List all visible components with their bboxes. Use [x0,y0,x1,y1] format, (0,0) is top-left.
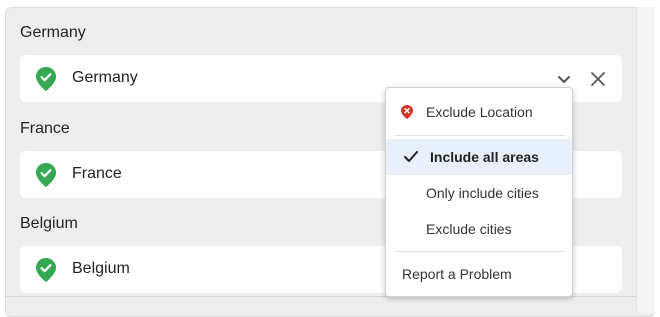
menu-item-label: Report a Problem [402,266,512,282]
scrollbar-track[interactable] [636,7,655,313]
menu-item-report-problem[interactable]: Report a Problem [386,256,572,292]
close-icon[interactable] [589,70,607,88]
location-pin-x-icon [401,105,413,119]
menu-item-include-all-areas[interactable]: Include all areas [386,139,572,175]
location-options-menu: Exclude Location Include all areas Only … [385,87,573,297]
menu-item-label: Only include cities [426,185,539,201]
location-name: Belgium [72,260,130,277]
chevron-down-icon[interactable] [555,70,573,88]
location-pin-check-icon [36,258,56,282]
location-name: Germany [72,69,138,86]
menu-item-label: Exclude cities [426,221,512,237]
menu-item-exclude-location[interactable]: Exclude Location [386,94,572,130]
menu-item-exclude-cities[interactable]: Exclude cities [386,211,572,247]
section-label-france: France [20,120,70,137]
section-label-belgium: Belgium [20,215,78,232]
section-label-germany: Germany [20,24,86,41]
menu-item-label: Include all areas [430,149,539,165]
menu-item-only-include-cities[interactable]: Only include cities [386,175,572,211]
menu-item-label: Exclude Location [426,104,533,120]
location-pin-check-icon [36,163,56,187]
location-name: France [72,165,122,182]
menu-divider [395,135,565,136]
checkmark-icon [404,150,418,162]
location-pin-check-icon [36,67,56,91]
menu-divider [395,251,565,252]
